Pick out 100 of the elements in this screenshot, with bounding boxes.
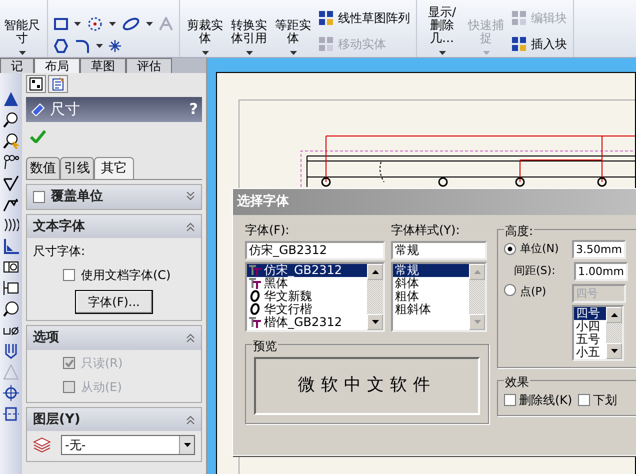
caret-icon[interactable] [246, 51, 252, 55]
point-icon[interactable] [109, 40, 121, 52]
tab[interactable]: 布局 [34, 58, 80, 73]
ribbon-menu-item[interactable]: 线性草图阵列 [318, 9, 410, 27]
checkbox-label: 删除线(K) [519, 392, 572, 408]
radio-label: 单位(N) [520, 240, 560, 257]
caret-icon[interactable] [438, 51, 446, 55]
caret-icon[interactable] [18, 51, 26, 55]
ellipse-icon[interactable] [122, 17, 140, 31]
chevron-icon[interactable] [186, 192, 195, 202]
tab[interactable]: 其它 [94, 156, 134, 179]
chevron-icon[interactable] [186, 222, 195, 231]
list-option[interactable]: 华文行楷 [247, 302, 367, 316]
rectangle-icon[interactable] [54, 18, 68, 30]
list-option[interactable]: 仿宋_GB2312 [247, 264, 367, 276]
tab[interactable]: 草图 [80, 58, 126, 73]
list-option[interactable]: 常规 [393, 264, 469, 276]
tab[interactable]: 数值 [26, 156, 60, 179]
checkbox[interactable] [578, 394, 590, 406]
pin-icon[interactable] [3, 343, 19, 359]
scrollbar[interactable] [367, 264, 383, 330]
caret-icon[interactable] [74, 22, 81, 26]
property-tab[interactable] [48, 75, 68, 93]
fillet-icon[interactable] [74, 38, 90, 54]
list-option[interactable]: 楷体_GB2312 [247, 316, 367, 328]
help-button[interactable]: ? [189, 98, 198, 120]
font-field[interactable]: 仿宋_GB2312 [245, 240, 385, 260]
caret-icon[interactable] [202, 51, 208, 55]
grid-icon [318, 10, 334, 26]
magnifier-icon[interactable] [3, 112, 19, 128]
layers-icon [33, 437, 51, 453]
ribbon-button[interactable]: 显示/删除几… [420, 0, 464, 57]
checkbox[interactable] [504, 394, 516, 406]
spacing-field[interactable]: 1.00mm [574, 262, 628, 280]
hexagon-icon[interactable] [54, 39, 68, 53]
checkbox[interactable] [33, 190, 45, 203]
weld-icon[interactable] [3, 196, 19, 212]
panel-title: 尺寸 [50, 99, 80, 120]
ribbon-button[interactable]: 剪裁实体 [183, 0, 227, 57]
list-option[interactable]: 小四 [574, 320, 606, 332]
list-option[interactable]: 小五 [574, 346, 606, 358]
ok-check-icon[interactable] [30, 130, 46, 142]
checkbox-label: 从动(E) [81, 378, 122, 396]
ribbon-button[interactable]: 转换实体引用 [227, 0, 271, 57]
section-title: 文本字体 [33, 218, 85, 236]
grid-icon [511, 10, 527, 26]
caret-icon[interactable] [146, 22, 153, 26]
centerline-icon[interactable] [3, 406, 19, 422]
caret-icon[interactable] [96, 44, 103, 48]
triangle-icon[interactable] [3, 91, 19, 107]
radio-button[interactable] [504, 284, 516, 296]
list-option[interactable]: 粗体 [393, 290, 469, 302]
list-option[interactable]: 粗斜体 [393, 302, 469, 316]
layer-select[interactable]: -无- [61, 435, 195, 455]
dropdown-arrow-icon[interactable] [184, 443, 190, 447]
arcs-icon[interactable] [3, 217, 19, 233]
list-option[interactable]: 华文新魏 [247, 290, 367, 302]
caret-icon[interactable] [109, 22, 116, 26]
arrow-up-icon[interactable] [610, 312, 618, 316]
arrow-down-icon[interactable] [610, 348, 618, 352]
list-option[interactable]: 五号 [574, 332, 606, 346]
font-button[interactable]: 字体(F)... [75, 290, 153, 314]
height-field[interactable]: 3.50mm [572, 240, 626, 258]
section-title: 图层(Y) [33, 410, 80, 428]
dialog-title: 选择字体 [233, 189, 636, 214]
ribbon-menu-item[interactable]: 插入块 [511, 35, 567, 53]
style-field[interactable]: 常规 [391, 240, 487, 260]
caret-icon[interactable] [290, 51, 296, 55]
blocks-icon [318, 36, 334, 52]
frame-icon[interactable] [3, 280, 19, 296]
chevron-icon[interactable] [186, 414, 195, 424]
scrollbar[interactable] [606, 306, 622, 358]
clipboard-icon [51, 77, 65, 91]
arrow-down-icon[interactable] [372, 320, 378, 324]
magnifier-icon[interactable] [3, 301, 19, 317]
field-label: 字体样式(Y): [391, 222, 461, 238]
field-label: 间距(S): [514, 262, 556, 279]
group-label: 高度: [504, 222, 534, 240]
ribbon-button[interactable]: 智能尺寸 [0, 0, 44, 57]
arrow-up-icon[interactable] [372, 270, 378, 274]
chevron-icon[interactable] [186, 333, 195, 342]
list-option[interactable]: 斜体 [393, 276, 469, 290]
checkbox[interactable] [63, 269, 75, 281]
field-label: 字体(F): [245, 222, 290, 238]
surface-finish-icon[interactable] [3, 175, 19, 191]
tree-tab[interactable] [26, 75, 46, 93]
magnifier-icon[interactable] [3, 133, 19, 149]
list-option[interactable]: 四号 [574, 306, 606, 320]
center-mark-icon[interactable] [3, 385, 19, 401]
dotted-circle-icon[interactable] [87, 16, 103, 32]
list-option[interactable]: 黑体 [247, 276, 367, 290]
tab[interactable]: 引线 [60, 156, 94, 179]
tab[interactable]: 评估 [126, 58, 172, 73]
chain-icon[interactable] [3, 154, 19, 170]
corner-icon[interactable] [3, 238, 19, 254]
tab[interactable]: 记 [0, 58, 34, 73]
frame-icon[interactable] [3, 259, 19, 275]
field-label: 尺寸字体: [33, 243, 86, 260]
ribbon-button[interactable]: 等距实体 [271, 0, 315, 57]
radio-button[interactable] [504, 243, 516, 255]
